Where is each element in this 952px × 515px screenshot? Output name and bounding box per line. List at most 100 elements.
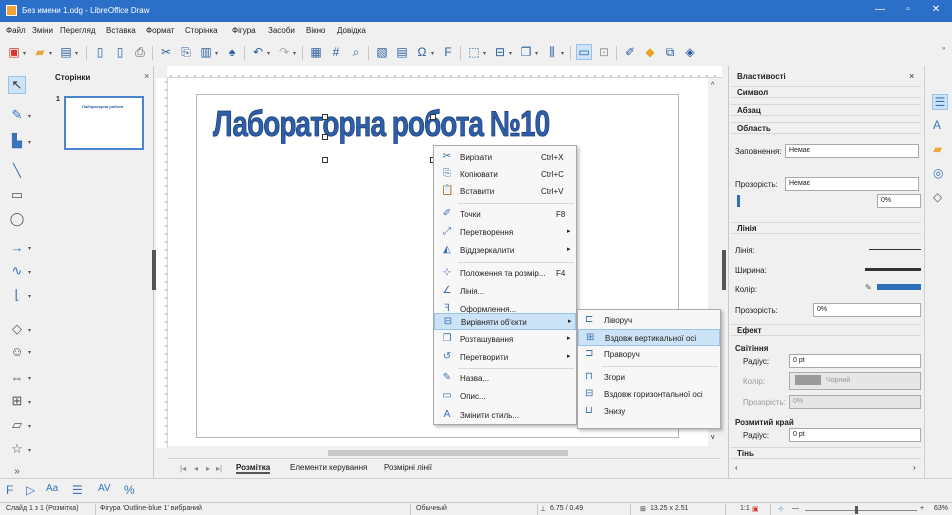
zoom-icon[interactable]: ⌕	[348, 44, 364, 60]
shapes-icon[interactable]: ◇	[933, 190, 942, 204]
close-button[interactable]: ✕	[926, 4, 946, 15]
shadow-icon[interactable]: ▭	[576, 44, 592, 60]
text-format-icon[interactable]: Aa	[46, 483, 58, 494]
symbol-shapes-icon[interactable]: ☺	[8, 342, 26, 360]
curve-icon[interactable]: ∿	[8, 262, 26, 280]
export-pdf-icon[interactable]: ▯	[112, 44, 128, 60]
block-arrows-icon[interactable]: ⇔	[8, 368, 26, 386]
toggle-extrusion-icon[interactable]: ⧉	[662, 44, 678, 60]
flowchart-icon[interactable]: ⊞	[8, 392, 26, 410]
navigator-icon[interactable]: ◎	[933, 166, 943, 180]
fontwork-icon[interactable]: F	[440, 44, 456, 60]
align-left-item[interactable]: ⊏ Ліворуч	[578, 312, 720, 329]
fontwork-text[interactable]: Лабораторна робота №10	[213, 104, 551, 145]
menu-item-name[interactable]: ✎ Назва...	[434, 370, 576, 387]
close-pane-icon[interactable]: ×	[144, 71, 149, 81]
gallery-icon[interactable]: ▰	[933, 142, 942, 156]
line-width-preview[interactable]	[865, 268, 921, 271]
open-dropdown-icon[interactable]: ▾	[49, 50, 52, 57]
align-center-item[interactable]: ⊞ Вздовж вертикальної осі	[578, 329, 720, 346]
tab-dimension-lines[interactable]: Розмірні лінії	[384, 463, 432, 472]
rectangle-icon[interactable]: ▭	[8, 186, 26, 204]
menu-item-position-size[interactable]: ⊹ Положення та розмір... F4	[434, 265, 576, 282]
arrow-line-icon[interactable]: →	[8, 238, 26, 256]
fill-color-dropdown-icon[interactable]: ▾	[28, 139, 31, 146]
callouts-icon[interactable]: ▱	[8, 416, 26, 434]
align-top-item[interactable]: ⊓ Згори	[578, 369, 720, 386]
interaction-icon[interactable]: ◈	[682, 44, 698, 60]
transparency-icon[interactable]: %	[124, 483, 135, 497]
section-shadow-header[interactable]: Тінь	[731, 447, 921, 459]
sidebar-close-icon[interactable]: ×	[909, 71, 914, 81]
distribute-dropdown-icon[interactable]: ▾	[561, 50, 564, 57]
points-icon[interactable]: ✐	[622, 44, 638, 60]
menu-item-align-objects[interactable]: ⊟ Вирівняти об'єкти ▸	[434, 313, 576, 330]
menu-shape[interactable]: Фігура	[232, 26, 256, 35]
crop-icon[interactable]: ⊡	[596, 44, 612, 60]
tab-layout[interactable]: Розмітка	[236, 463, 271, 474]
stars-icon[interactable]: ☆	[8, 440, 26, 458]
glow-transparency-input[interactable]: 0%	[789, 395, 921, 409]
scroll-left-icon[interactable]: ‹	[735, 463, 738, 472]
curve-dropdown-icon[interactable]: ▾	[28, 269, 31, 276]
align-icon[interactable]: ⊟	[492, 44, 508, 60]
menu-window[interactable]: Вікно	[306, 26, 325, 35]
stars-dropdown-icon[interactable]: ▾	[28, 447, 31, 454]
glow-radius-input[interactable]: 0 pt	[789, 354, 921, 368]
paste-dropdown-icon[interactable]: ▾	[215, 50, 218, 57]
tab-controls[interactable]: Елементи керування	[290, 463, 367, 472]
fill-color-icon[interactable]: ▙	[8, 132, 26, 150]
selection-handle[interactable]	[322, 134, 328, 140]
menu-item-copy[interactable]: ⎘ Копіювати Ctrl+C	[434, 166, 576, 183]
scroll-thumb[interactable]	[328, 450, 568, 456]
menu-item-convert[interactable]: ↺ Перетворити ▸	[434, 349, 576, 366]
section-paragraph-header[interactable]: Абзац	[731, 104, 921, 116]
redo-dropdown-icon[interactable]: ▾	[293, 50, 296, 57]
menu-item-transform[interactable]: ⤢ Перетворення ▸	[434, 224, 576, 241]
line-transparency-input[interactable]: 0%	[813, 303, 921, 317]
page-thumbnail[interactable]: 1 Лабораторна робота	[56, 96, 144, 150]
arrow-line-dropdown-icon[interactable]: ▾	[28, 245, 31, 252]
cut-icon[interactable]: ✂	[158, 44, 174, 60]
section-area-header[interactable]: Область	[731, 122, 921, 134]
save-dropdown-icon[interactable]: ▾	[75, 50, 78, 57]
styles-icon[interactable]: A	[933, 118, 941, 132]
transform-dropdown-icon[interactable]: ▾	[483, 50, 486, 57]
align-bottom-item[interactable]: ⊔ Знизу	[578, 403, 720, 420]
line-color-icon[interactable]: ✎	[8, 106, 26, 124]
menu-insert[interactable]: Вставка	[106, 26, 136, 35]
copy-icon[interactable]: ⎘	[178, 44, 194, 60]
arrow-style-icon[interactable]: ▷	[26, 483, 35, 497]
menu-item-line[interactable]: ∠ Лінія...	[434, 283, 576, 300]
area-transparency-percent[interactable]: 0%	[877, 194, 921, 208]
open-icon[interactable]: ▰	[32, 44, 48, 60]
menu-item-edit-style[interactable]: A Змінити стиль...	[434, 407, 576, 424]
menu-file[interactable]: Файл	[6, 26, 26, 35]
section-character-header[interactable]: Символ	[731, 86, 921, 98]
fontwork-icon[interactable]: F	[6, 483, 13, 497]
menu-view[interactable]: Перегляд	[60, 26, 96, 35]
basic-shapes-dropdown-icon[interactable]: ▾	[28, 327, 31, 334]
align-right-item[interactable]: ⊐ Праворуч	[578, 346, 720, 363]
paste-icon[interactable]: ▥	[198, 44, 214, 60]
minimize-button[interactable]: —	[870, 4, 890, 15]
area-transparency-select[interactable]: Немає	[785, 177, 919, 191]
redo-icon[interactable]: ↷	[276, 44, 292, 60]
section-effect-header[interactable]: Ефект	[731, 324, 921, 336]
properties-icon[interactable]: ☰	[932, 94, 948, 110]
undo-dropdown-icon[interactable]: ▾	[267, 50, 270, 57]
menu-page[interactable]: Сторінка	[185, 26, 218, 35]
menu-item-cut[interactable]: ✂ Вирізати Ctrl+X	[434, 149, 576, 166]
status-scale[interactable]: 1:1	[740, 505, 750, 512]
connector-icon[interactable]: ⌊	[8, 286, 26, 304]
transform-icon[interactable]: ⬚	[466, 44, 482, 60]
print-icon[interactable]: ⎙	[132, 44, 148, 60]
selection-handle[interactable]	[430, 114, 436, 120]
scroll-right-icon[interactable]: ›	[913, 463, 916, 472]
sidebar-collapse-handle[interactable]	[722, 250, 726, 290]
selection-handle[interactable]	[322, 114, 328, 120]
soft-edge-radius-input[interactable]: 0 pt	[789, 428, 921, 442]
align-dropdown-icon[interactable]: ▾	[509, 50, 512, 57]
menu-item-description[interactable]: ▭ Опис...	[434, 388, 576, 405]
menu-tools[interactable]: Засоби	[268, 26, 295, 35]
